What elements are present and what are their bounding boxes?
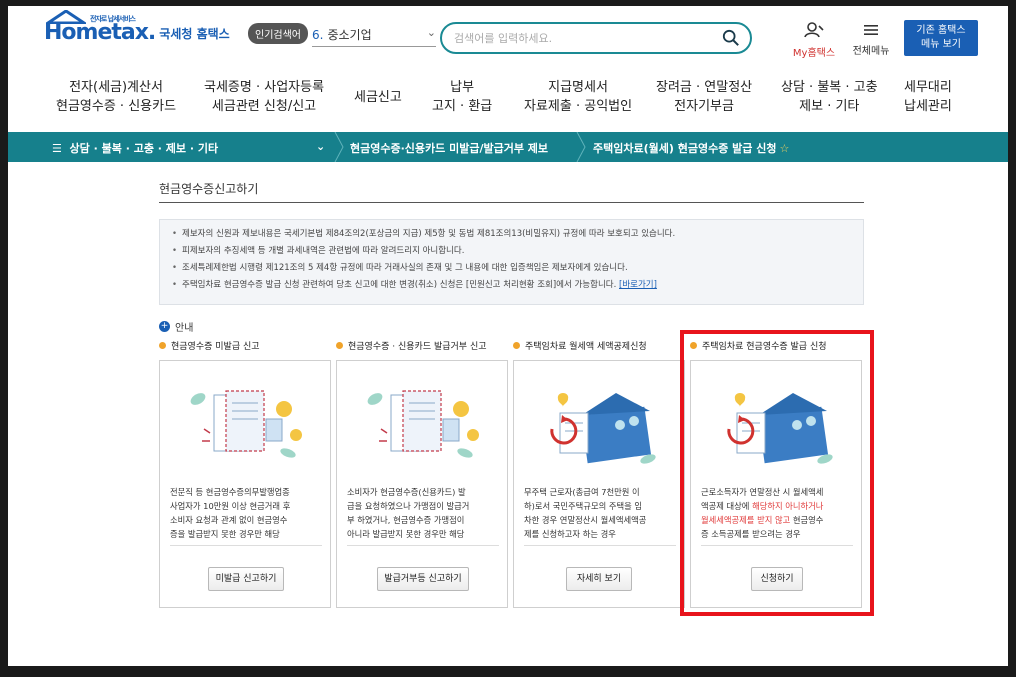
nav-item-consulting[interactable]: 상담 · 불복 · 고충 제보 · 기타	[781, 78, 878, 116]
title-divider	[159, 202, 864, 203]
all-menu-button[interactable]: 전체메뉴	[848, 22, 894, 57]
guide-heading: + 안내	[159, 319, 193, 334]
receipt-illustration-icon	[190, 390, 302, 458]
card-refusal-report: 소비자가 현금영수증(신용카드) 발 급을 요청하였으나 가맹점이 발급거 부 …	[336, 360, 508, 608]
card-title-refusal: 현금영수증 · 신용카드 발급거부 신고	[336, 339, 487, 352]
card-rent-tax-credit: 무주택 근로자(총급여 7천만원 이 하)로서 국민주택규모의 주택을 임 차한…	[513, 360, 685, 608]
breadcrumb-bar: ☰ 상담 · 불복 · 고충 · 제보 · 기타 ⌄ 현금영수증·신용카드 미발…	[8, 132, 1008, 162]
breadcrumb-separator-icon	[334, 132, 344, 162]
notice-item: 주택임차료 현금영수증 발급 신청 관련하여 당초 신고에 대한 변경(취소) …	[172, 277, 851, 294]
shortcut-link[interactable]: [바로가기]	[619, 280, 657, 290]
card-divider	[347, 545, 499, 546]
nav-item-tax-agent[interactable]: 세무대리 납세관리	[904, 78, 952, 116]
notice-item: 피제보자의 추징세액 등 개별 과세내역은 관련법에 따라 알려드리지 아니합니…	[172, 243, 851, 260]
chevron-down-icon[interactable]: ⌄	[316, 140, 325, 153]
my-hometax-link[interactable]: My홈택스	[786, 22, 842, 59]
nav-item-incentive-yearend[interactable]: 장려금 · 연말정산 전자기부금	[656, 78, 752, 116]
nav-item-certificate-registration[interactable]: 국세증명 · 사업자등록 세금관련 신청/신고	[204, 78, 324, 116]
logo-name: 국세청 홈택스	[159, 27, 230, 41]
all-menu-label: 전체메뉴	[852, 46, 890, 57]
old-hometax-menu-button[interactable]: 기존 홈택스 메뉴 보기	[904, 20, 978, 56]
page-title: 현금영수증신고하기	[159, 182, 259, 196]
my-hometax-label: My홈택스	[792, 48, 836, 59]
favorite-star-icon[interactable]: ☆	[779, 142, 789, 155]
breadcrumb-separator-icon	[576, 132, 586, 162]
orange-dot-icon	[336, 342, 343, 349]
house-rent-illustration-icon	[550, 393, 656, 464]
main-nav: 전자(세금)계산서 현금영수증 · 신용카드 국세증명 · 사업자등록 세금관련 신…	[8, 78, 1008, 126]
logo-tagline: 전자로 납세서비스	[90, 15, 136, 23]
old-hometax-line2: 메뉴 보기	[921, 39, 961, 50]
card-description: 소비자가 현금영수증(신용카드) 발 급을 요청하였으나 가맹점이 발급거 부 …	[347, 487, 470, 539]
breadcrumb-item-current[interactable]: 주택임차료(월세) 현금영수증 발급 신청 ☆	[593, 140, 789, 156]
guide-label: 안내	[175, 323, 194, 334]
notice-item: 조세특례제한법 시행령 제121조의 5 제4항 규정에 따라 거래사실의 존재…	[172, 260, 851, 277]
site-header: Hometax. 전자로 납세서비스 국세청 홈택스 인기검색어 6. 중소기업 …	[8, 6, 1008, 68]
card-divider	[170, 545, 322, 546]
card-divider	[524, 545, 676, 546]
popular-rank: 6.	[312, 28, 324, 42]
nav-item-payment-statement[interactable]: 지급명세서 자료제출 · 공익법인	[524, 78, 632, 116]
search-box	[440, 22, 752, 54]
card-title-unissued: 현금영수증 미발급 신고	[159, 339, 260, 352]
hamburger-icon	[864, 25, 878, 35]
highlight-box	[680, 330, 874, 616]
receipt-illustration-icon	[367, 390, 479, 458]
notice-item: 제보자의 신원과 제보내용은 국세기본법 제84조의2(포상금의 지급) 제5항…	[172, 226, 851, 243]
house-roof-icon	[46, 10, 86, 24]
user-icon	[804, 22, 824, 38]
orange-dot-icon	[159, 342, 166, 349]
breadcrumb-item-report[interactable]: 현금영수증·신용카드 미발급/발급거부 제보	[350, 140, 548, 156]
popular-search-select[interactable]: 6. 중소기업 ⌄	[312, 26, 436, 47]
nav-item-tax-return[interactable]: 세금신고	[354, 88, 402, 107]
card-description: 전문직 등 현금영수증의무발행업종 사업자가 10만원 이상 현금거래 후 소비…	[170, 487, 291, 539]
nav-item-payment[interactable]: 납부 고지 · 환급	[432, 78, 492, 116]
card-unissued-report: 전문직 등 현금영수증의무발행업종 사업자가 10만원 이상 현금거래 후 소비…	[159, 360, 331, 608]
browser-page: Hometax. 전자로 납세서비스 국세청 홈택스 인기검색어 6. 중소기업 …	[8, 6, 1008, 666]
chevron-down-icon: ⌄	[426, 26, 436, 39]
unissued-report-button[interactable]: 미발급 신고하기	[208, 567, 284, 591]
notice-box: 제보자의 신원과 제보내용은 국세기본법 제84조의2(포상금의 지급) 제5항…	[159, 219, 864, 305]
card-title-rent-credit: 주택임차료 월세액 세액공제신청	[513, 339, 647, 352]
nav-item-etax-invoice[interactable]: 전자(세금)계산서 현금영수증 · 신용카드	[56, 78, 176, 116]
popular-search-badge: 인기검색어	[248, 23, 308, 44]
refusal-report-button[interactable]: 발급거부등 신고하기	[377, 567, 469, 591]
orange-dot-icon	[513, 342, 520, 349]
plus-circle-icon: +	[159, 321, 170, 332]
card-description: 무주택 근로자(총급여 7천만원 이 하)로서 국민주택규모의 주택을 임 차한…	[524, 487, 647, 539]
breadcrumb-menu[interactable]: ☰ 상담 · 불복 · 고충 · 제보 · 기타	[52, 140, 218, 156]
logo-wordmark: Hometax. 전자로 납세서비스	[44, 10, 156, 45]
search-input[interactable]	[454, 24, 714, 52]
menu-lines-icon: ☰	[52, 142, 62, 155]
popular-term: 중소기업	[327, 28, 372, 42]
hometax-logo[interactable]: Hometax. 전자로 납세서비스 국세청 홈택스	[44, 10, 230, 45]
search-icon[interactable]	[722, 29, 740, 47]
view-details-button[interactable]: 자세히 보기	[566, 567, 632, 591]
old-hometax-line1: 기존 홈택스	[916, 25, 966, 36]
